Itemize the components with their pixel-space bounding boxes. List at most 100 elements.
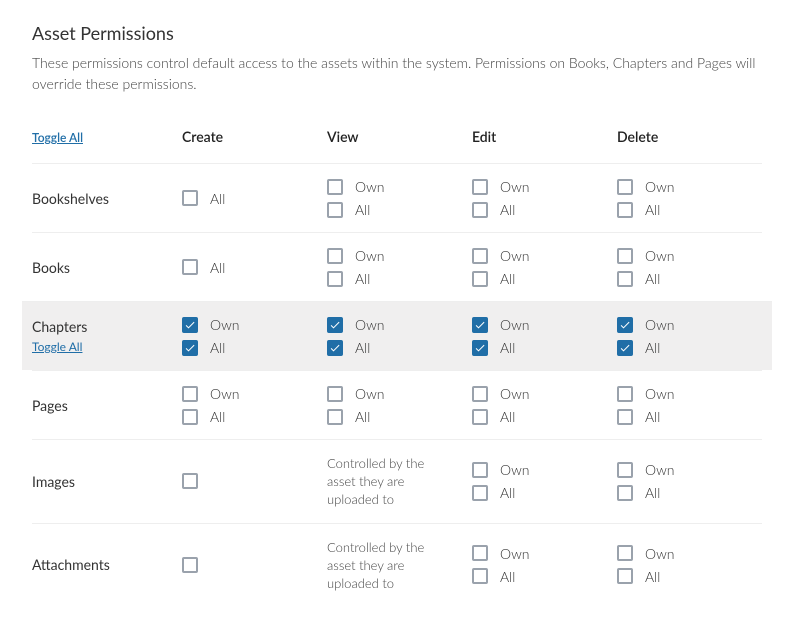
checkbox-delete-own[interactable]: Own bbox=[617, 178, 762, 195]
checkbox-label: All bbox=[500, 270, 515, 287]
checkbox-edit-all[interactable]: All bbox=[472, 201, 617, 218]
checkbox-delete-own[interactable]: Own bbox=[617, 316, 762, 333]
checkbox-edit-own[interactable]: Own bbox=[472, 247, 617, 264]
row-label: Attachments bbox=[32, 523, 182, 607]
checkbox-label: All bbox=[500, 408, 515, 425]
checkbox-view-all[interactable]: All bbox=[327, 270, 472, 287]
checkbox-icon bbox=[617, 271, 633, 287]
checkbox-create-all[interactable]: All bbox=[182, 190, 327, 207]
perm-cell-create: Own All bbox=[182, 370, 327, 439]
checkbox-delete-own[interactable]: Own bbox=[617, 385, 762, 402]
checkbox-edit-all[interactable]: All bbox=[472, 270, 617, 287]
checkbox-label: All bbox=[355, 408, 370, 425]
permissions-panel: Asset Permissions These permissions cont… bbox=[0, 0, 793, 624]
checkbox-label: All bbox=[645, 408, 660, 425]
checkbox-icon bbox=[327, 271, 343, 287]
checkbox-view-own[interactable]: Own bbox=[327, 385, 472, 402]
checkbox-create-own[interactable]: Own bbox=[182, 316, 327, 333]
checkbox-label: Own bbox=[355, 247, 384, 264]
row-label-text: Bookshelves bbox=[32, 190, 182, 207]
checkbox-delete-own[interactable]: Own bbox=[617, 545, 762, 562]
perm-cell-create: Own All bbox=[182, 301, 327, 370]
checkbox-delete-own[interactable]: Own bbox=[617, 461, 762, 478]
checkbox-edit-own[interactable]: Own bbox=[472, 385, 617, 402]
checkbox-label: All bbox=[210, 408, 225, 425]
checkbox-create-own[interactable]: Own bbox=[182, 385, 327, 402]
checkbox-edit-all[interactable]: All bbox=[472, 408, 617, 425]
checkbox-view-all[interactable]: All bbox=[327, 339, 472, 356]
checkbox-view-own[interactable]: Own bbox=[327, 247, 472, 264]
checkbox-icon bbox=[472, 545, 488, 561]
checkbox-view-own[interactable]: Own bbox=[327, 178, 472, 195]
toggle-all-row[interactable]: Toggle All bbox=[32, 339, 182, 354]
checkbox-icon bbox=[617, 248, 633, 264]
row-label: Books bbox=[32, 232, 182, 301]
checkbox-label: All bbox=[500, 484, 515, 501]
toggle-all-global[interactable]: Toggle All bbox=[32, 130, 83, 145]
checkbox-label: Own bbox=[645, 247, 674, 264]
checkbox-view-all[interactable]: All bbox=[327, 201, 472, 218]
checkbox-view-own[interactable]: Own bbox=[327, 316, 472, 333]
perm-cell-view: Own All bbox=[327, 232, 472, 301]
checkbox-icon bbox=[327, 340, 343, 356]
perm-cell-view: Controlled by the asset they are uploade… bbox=[327, 523, 472, 607]
checkbox-label: Own bbox=[645, 178, 674, 195]
perm-cell-delete: Own All bbox=[617, 439, 762, 523]
page-description: These permissions control default access… bbox=[32, 52, 761, 94]
checkbox-icon bbox=[472, 202, 488, 218]
checkbox-icon bbox=[327, 248, 343, 264]
checkbox-edit-own[interactable]: Own bbox=[472, 461, 617, 478]
checkbox-label: Own bbox=[500, 545, 529, 562]
checkbox-label: All bbox=[500, 201, 515, 218]
checkbox-create-all[interactable]: All bbox=[182, 339, 327, 356]
row-label-text: Images bbox=[32, 473, 182, 490]
checkbox-label: All bbox=[500, 339, 515, 356]
checkbox-label: All bbox=[645, 339, 660, 356]
checkbox-label: Own bbox=[500, 178, 529, 195]
checkbox-view-all[interactable]: All bbox=[327, 408, 472, 425]
checkbox-edit-all[interactable]: All bbox=[472, 339, 617, 356]
checkbox-label: All bbox=[355, 339, 370, 356]
checkbox-create-blank[interactable] bbox=[182, 557, 327, 573]
checkbox-create-blank[interactable] bbox=[182, 473, 327, 489]
checkbox-edit-own[interactable]: Own bbox=[472, 316, 617, 333]
checkbox-edit-own[interactable]: Own bbox=[472, 178, 617, 195]
perm-cell-edit: Own All bbox=[472, 439, 617, 523]
perm-cell-edit: Own All bbox=[472, 163, 617, 232]
checkbox-edit-all[interactable]: All bbox=[472, 568, 617, 585]
checkbox-icon bbox=[617, 317, 633, 333]
checkbox-label: Own bbox=[355, 316, 384, 333]
checkbox-icon bbox=[327, 409, 343, 425]
checkbox-create-all[interactable]: All bbox=[182, 408, 327, 425]
row-label: Bookshelves bbox=[32, 163, 182, 232]
checkbox-edit-own[interactable]: Own bbox=[472, 545, 617, 562]
checkbox-delete-own[interactable]: Own bbox=[617, 247, 762, 264]
checkbox-create-all[interactable]: All bbox=[182, 259, 327, 276]
checkbox-delete-all[interactable]: All bbox=[617, 339, 762, 356]
perm-cell-view: Own All bbox=[327, 301, 472, 370]
perm-cell-view: Own All bbox=[327, 370, 472, 439]
checkbox-icon bbox=[617, 202, 633, 218]
checkbox-label: Own bbox=[645, 461, 674, 478]
checkbox-icon bbox=[472, 317, 488, 333]
checkbox-icon bbox=[617, 340, 633, 356]
perm-cell-edit: Own All bbox=[472, 523, 617, 607]
checkbox-icon bbox=[617, 409, 633, 425]
checkbox-icon bbox=[472, 340, 488, 356]
checkbox-delete-all[interactable]: All bbox=[617, 484, 762, 501]
perm-cell-edit: Own All bbox=[472, 370, 617, 439]
perm-cell-delete: Own All bbox=[617, 301, 772, 370]
permissions-table: Toggle All Create View Edit Delete Books… bbox=[32, 124, 761, 606]
checkbox-delete-all[interactable]: All bbox=[617, 408, 762, 425]
checkbox-edit-all[interactable]: All bbox=[472, 484, 617, 501]
checkbox-icon bbox=[617, 386, 633, 402]
checkbox-icon bbox=[472, 248, 488, 264]
checkbox-delete-all[interactable]: All bbox=[617, 568, 762, 585]
checkbox-label: All bbox=[645, 568, 660, 585]
checkbox-delete-all[interactable]: All bbox=[617, 201, 762, 218]
checkbox-icon bbox=[472, 568, 488, 584]
checkbox-label: Own bbox=[645, 316, 674, 333]
checkbox-delete-all[interactable]: All bbox=[617, 270, 762, 287]
row-label: ChaptersToggle All bbox=[22, 301, 182, 370]
checkbox-icon bbox=[182, 190, 198, 206]
